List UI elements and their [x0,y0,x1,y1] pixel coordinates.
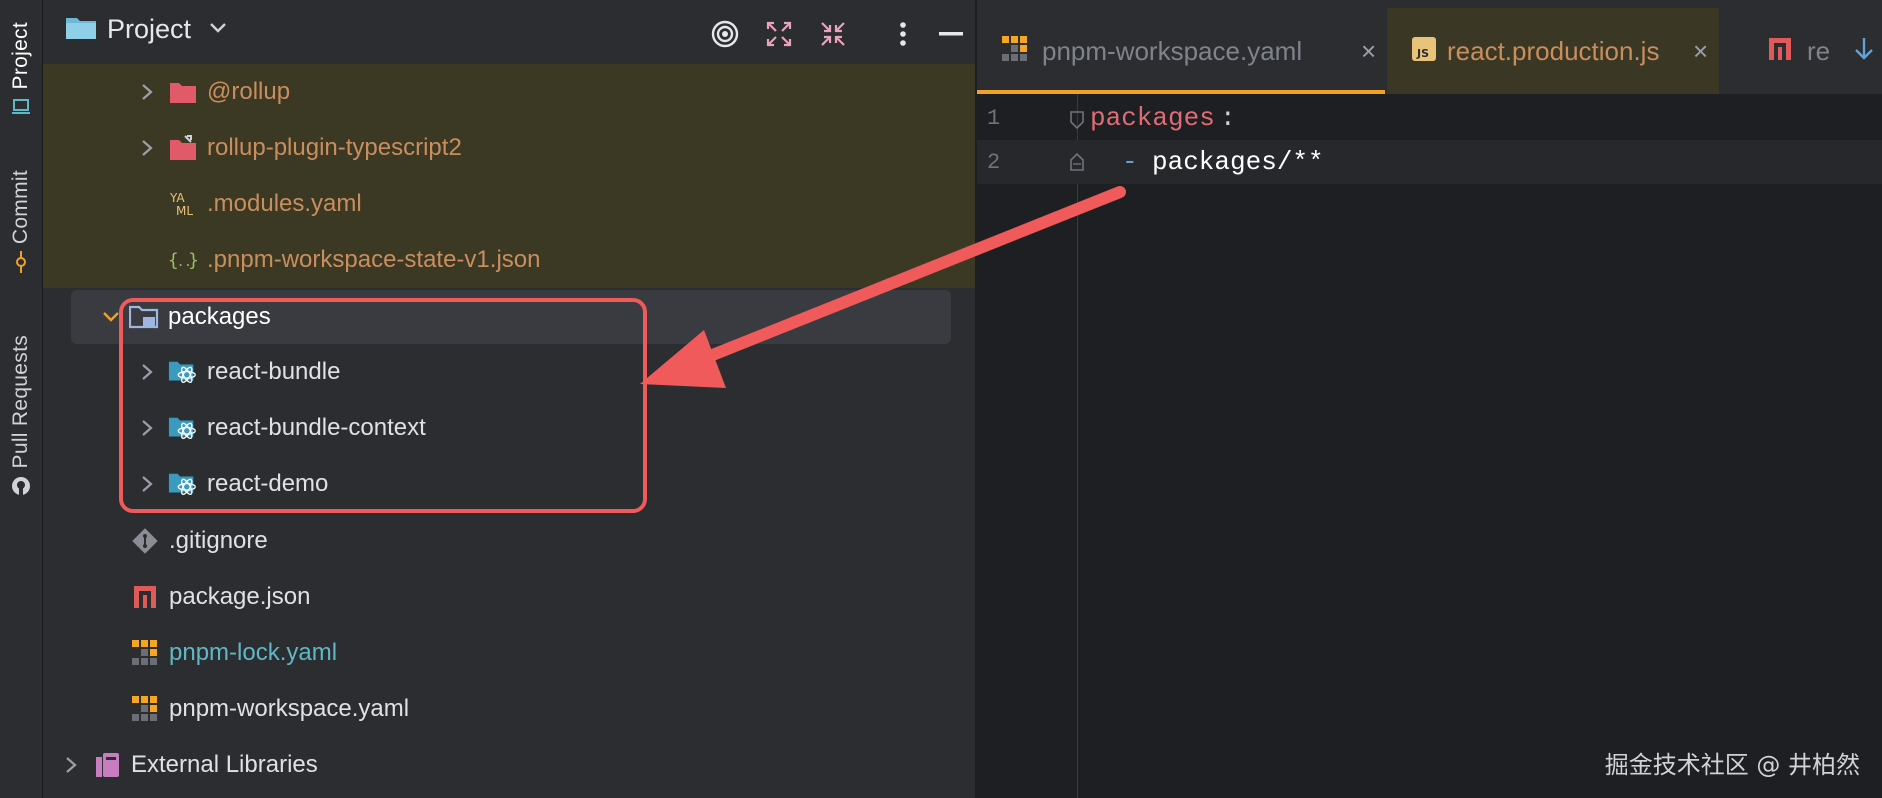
laptop-icon [11,97,31,117]
chevron-right-icon[interactable] [137,474,157,494]
yaml-dash: - [1122,147,1138,177]
yaml-colon: : [1220,103,1236,133]
editor-tab-label: react.production.js [1447,35,1660,66]
pnpm-icon [1001,35,1029,68]
fold-end-icon[interactable] [1069,150,1085,180]
react-folder-icon [168,413,198,443]
tree-item-label: .gitignore [169,527,268,554]
svg-text:}: } [188,251,198,271]
tree-item-label: .modules.yaml [207,190,362,217]
minimize-icon[interactable] [927,10,975,58]
tree-item[interactable]: .gitignore [43,513,975,569]
tree-item[interactable]: package.json [43,569,975,625]
editor-tab-bar: pnpm-workspace.yaml × JS react.productio… [977,0,1882,94]
tool-tab-label: Project [9,22,32,90]
tool-tab-commit[interactable]: Commit [0,170,42,274]
editor-tab-label: pnpm-workspace.yaml [1042,35,1303,66]
commit-icon [11,251,31,274]
close-icon[interactable]: × [1693,36,1708,67]
project-view-selector[interactable]: Project [65,14,227,45]
tree-item-label: react-bundle-context [207,414,426,441]
tree-item[interactable]: react-bundle-context [43,400,975,456]
close-icon[interactable]: × [1361,36,1376,67]
chevron-right-icon[interactable] [137,82,157,102]
active-tab-indicator [977,90,1385,94]
tree-item-label: pnpm-lock.yaml [169,639,338,666]
project-panel-header: Project [43,0,975,64]
tree-item[interactable]: {..} .pnpm-workspace-state-v1.json [43,232,975,288]
line-number: 1 [987,105,1001,131]
tree-item[interactable]: pnpm-lock.yaml [43,625,975,681]
tool-tab-project[interactable]: Project [0,22,42,117]
react-folder-icon [168,357,198,387]
tree-item[interactable]: rollup-plugin-typescript2 [43,120,975,176]
yaml-value: packages/** [1152,147,1324,177]
github-icon [11,476,31,496]
tool-tab-pull-requests[interactable]: Pull Requests [0,335,42,496]
fold-icon[interactable] [1069,108,1085,138]
tree-item-selected[interactable]: packages [71,290,951,344]
editor-tab-active[interactable]: pnpm-workspace.yaml × [977,8,1385,94]
line-number: 2 [987,149,1001,175]
tree-item[interactable]: @rollup [43,64,975,120]
folder-icon [168,77,198,107]
more-icon[interactable] [879,10,927,58]
tree-item-label: react-demo [207,470,329,497]
module-folder-icon [129,302,159,332]
tree-item-label: pnpm-workspace.yaml [169,695,410,722]
collapse-icon[interactable] [809,10,857,58]
git-icon [130,526,160,556]
folder-link-icon [168,133,198,163]
tree-item-label: package.json [169,583,311,610]
tree-item-label: .pnpm-workspace-state-v1.json [207,246,541,273]
library-icon [92,750,122,780]
svg-text:JS: JS [1416,47,1429,60]
code-line[interactable]: 2 - packages/** [977,140,1882,184]
target-icon[interactable] [701,10,749,58]
npm-icon [1767,36,1793,67]
editor-tab[interactable]: JS react.production.js × [1387,8,1719,94]
chevron-right-icon[interactable] [137,418,157,438]
project-panel: Project @rollup rollup-plugin-typescript… [43,0,1016,798]
tool-tab-label: Commit [9,170,32,245]
chevron-right-icon[interactable] [137,138,157,158]
chevron-down-icon[interactable] [101,307,121,327]
json-icon: {..} [168,245,198,275]
tree-item[interactable]: External Libraries [43,737,975,793]
editor-tab-label: re [1807,35,1831,66]
tree-item-label: packages [168,303,271,330]
svg-text:ML: ML [176,204,193,218]
arrow-down-icon[interactable] [1853,36,1875,67]
yaml-key: packages [1090,103,1215,133]
yaml-icon: YA ML [168,189,198,219]
editor-area: pnpm-workspace.yaml × JS react.productio… [977,0,1882,798]
tool-tab-label: Pull Requests [9,335,32,469]
tree-item-label: react-bundle [207,358,341,385]
code-line[interactable]: 1 packages : [977,96,1882,140]
tree-item-label: rollup-plugin-typescript2 [207,134,462,161]
js-icon: JS [1411,36,1437,67]
gutter-divider [1077,94,1078,798]
svg-text:YA: YA [169,191,185,205]
editor-tab[interactable]: re [1767,8,1837,94]
chevron-down-icon [209,21,227,39]
folder-icon [65,14,97,45]
npm-icon [130,582,160,612]
tree-item[interactable]: react-demo [43,456,975,512]
tree-item[interactable]: YA ML .modules.yaml [43,176,975,232]
react-folder-icon [168,469,198,499]
chevron-right-icon[interactable] [137,362,157,382]
tree-item-label: External Libraries [131,751,318,778]
tree-item[interactable]: pnpm-workspace.yaml [43,681,975,737]
tree-item[interactable]: react-bundle [43,344,975,400]
pnpm-icon [130,638,160,668]
project-title: Project [107,14,192,44]
pnpm-icon [130,694,160,724]
chevron-right-icon[interactable] [61,755,81,775]
tool-window-strip: Project Commit Pull Requests [0,0,43,798]
watermark: 掘金技术社区 @ 井柏然 [1604,751,1860,779]
project-panel-toolbar [701,10,975,58]
expand-icon[interactable] [755,10,803,58]
tree-item-label: @rollup [207,78,291,105]
